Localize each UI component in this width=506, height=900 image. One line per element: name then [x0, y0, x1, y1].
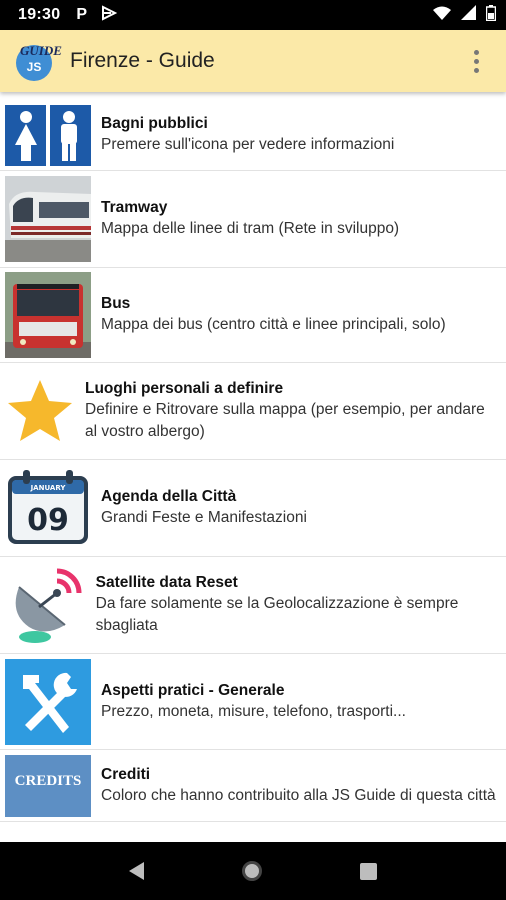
- signal-icon: [461, 5, 476, 25]
- item-subtitle: Mappa dei bus (centro città e linee prin…: [101, 316, 446, 333]
- credits-badge-text: CREDITS: [15, 773, 82, 789]
- home-icon[interactable]: [242, 861, 262, 881]
- item-title: Satellite data Reset: [95, 574, 238, 591]
- app-bar: JS GUIDE Firenze - Guide: [0, 30, 506, 92]
- recents-icon[interactable]: [360, 862, 377, 880]
- item-title: Agenda della Città: [101, 488, 237, 505]
- tools-icon[interactable]: [5, 658, 91, 745]
- logo-guide-text: GUIDE: [20, 43, 62, 58]
- satellite-dish-icon[interactable]: [5, 565, 86, 645]
- restroom-icon[interactable]: [5, 104, 91, 166]
- bus-photo[interactable]: [5, 272, 91, 358]
- item-title: Tramway: [101, 199, 168, 216]
- wifi-icon: [433, 6, 451, 25]
- back-icon[interactable]: [129, 862, 144, 880]
- battery-icon: [485, 4, 497, 26]
- credits-icon[interactable]: CREDITS: [5, 754, 91, 817]
- list-item-bus[interactable]: Bus Mappa dei bus (centro città e linee …: [0, 268, 506, 363]
- item-subtitle: Da fare solamente se la Geolocalizzazion…: [95, 595, 459, 634]
- item-title: Aspetti pratici - Generale: [101, 681, 285, 699]
- calendar-month: JANUARY: [30, 484, 67, 492]
- list-item-agenda[interactable]: JANUARY 09 Agenda della Città Grandi Fes…: [0, 460, 506, 557]
- parking-p-icon: P: [76, 6, 88, 23]
- status-time: 19:30: [18, 6, 61, 23]
- item-subtitle: Grandi Feste e Manifestazioni: [101, 509, 307, 526]
- notification-icon: [101, 4, 118, 26]
- list-item-luoghi[interactable]: Luoghi personali a definire Definire e R…: [0, 363, 506, 460]
- item-subtitle: Definire e Ritrovare sulla mappa (per es…: [85, 401, 485, 440]
- page-title: Firenze - Guide: [70, 49, 215, 72]
- item-subtitle: Mappa delle linee di tram (Rete in svilu…: [101, 220, 400, 237]
- list-item-aspetti[interactable]: Aspetti pratici - Generale Prezzo, monet…: [0, 654, 506, 750]
- item-subtitle: Premere sull'icona per vedere informazio…: [101, 136, 395, 153]
- tram-photo[interactable]: [5, 176, 91, 262]
- list-item-bagni[interactable]: Bagni pubblici Premere sull'icona per ve…: [0, 100, 506, 171]
- item-title: Luoghi personali a definire: [85, 380, 284, 397]
- list-item-tramway[interactable]: Tramway Mappa delle linee di tram (Rete …: [0, 171, 506, 268]
- menu-list: Bagni pubblici Premere sull'icona per ve…: [0, 100, 506, 822]
- item-title: Bagni pubblici: [101, 115, 208, 132]
- calendar-icon[interactable]: JANUARY 09: [5, 468, 91, 548]
- navigation-bar: [0, 842, 506, 900]
- item-title: Crediti: [101, 765, 151, 783]
- app-logo: JS GUIDE: [14, 35, 66, 87]
- calendar-day: 09: [27, 503, 69, 538]
- list-item-crediti[interactable]: CREDITS Crediti Coloro che hanno contrib…: [0, 750, 506, 822]
- item-title: Bus: [101, 295, 131, 312]
- list-item-satellite[interactable]: Satellite data Reset Da fare solamente s…: [0, 557, 506, 654]
- star-icon[interactable]: [5, 376, 75, 446]
- item-subtitle: Coloro che hanno contribuito alla JS Gui…: [101, 786, 496, 804]
- more-vert-icon[interactable]: [472, 49, 480, 73]
- item-subtitle: Prezzo, moneta, misure, telefono, traspo…: [101, 702, 406, 720]
- status-bar: 19:30 P: [0, 0, 506, 30]
